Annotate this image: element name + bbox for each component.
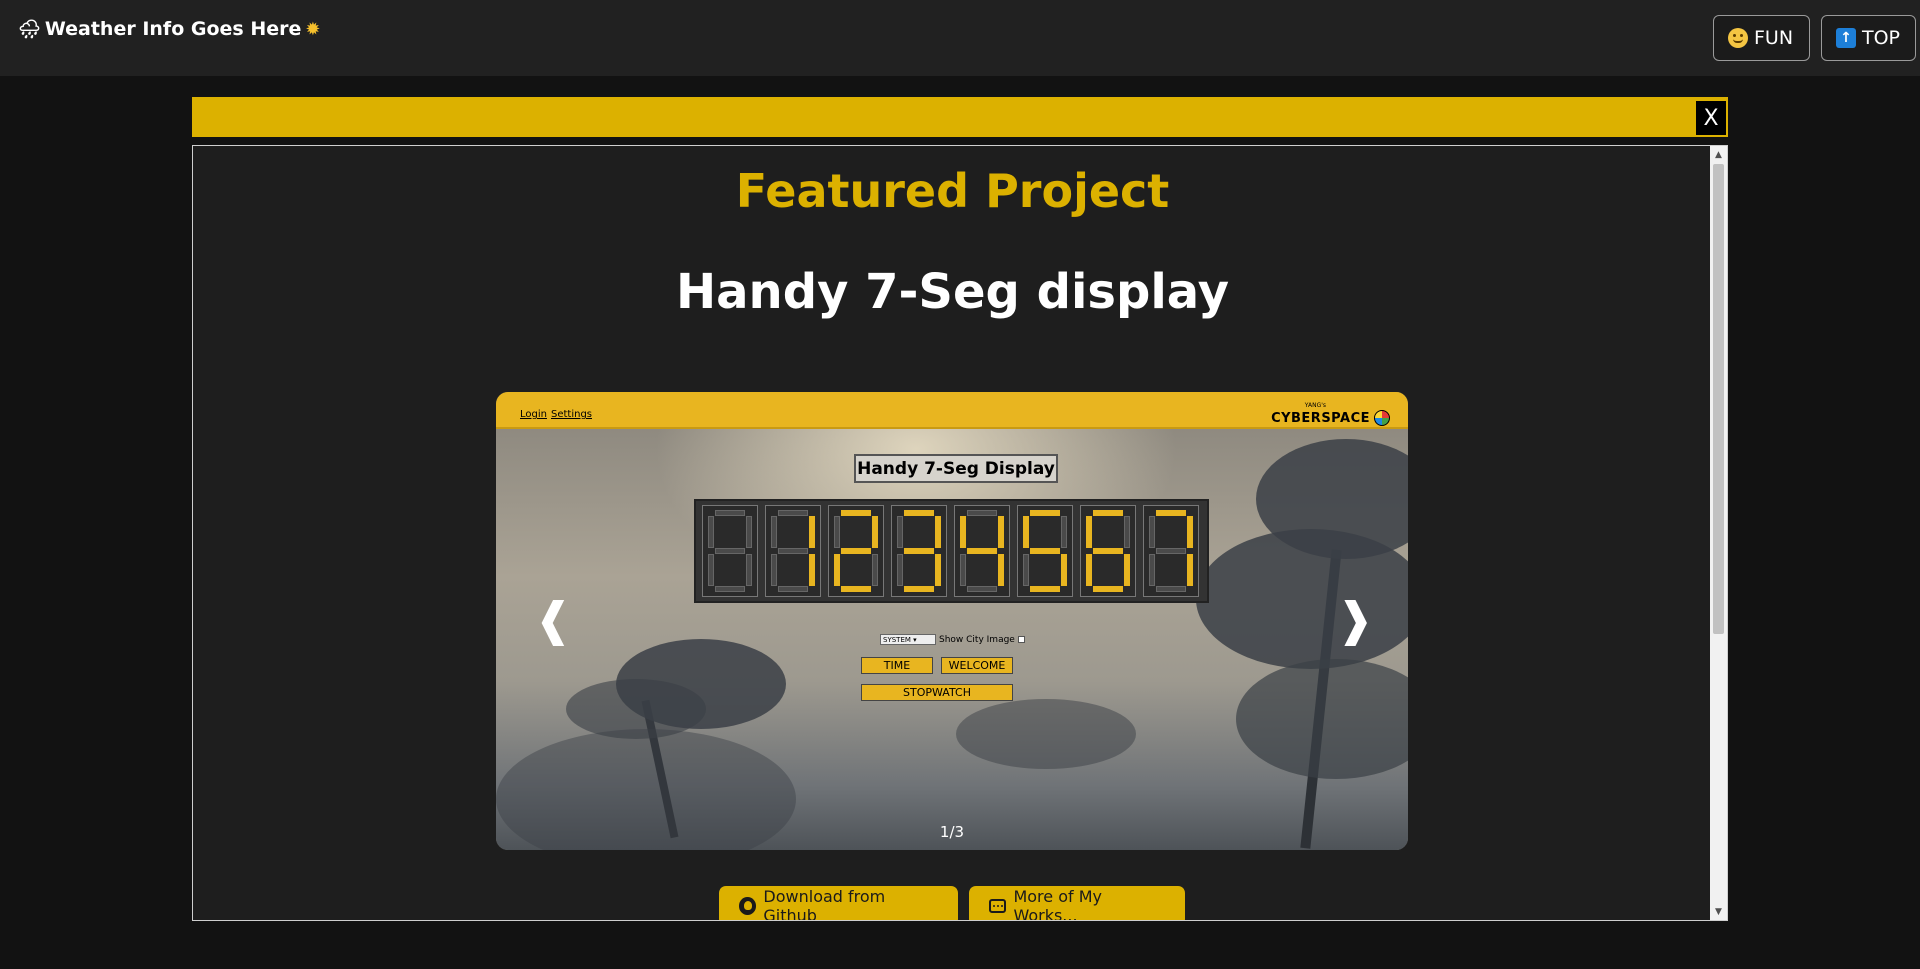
- top-bar: 🌧 Weather Info Goes Here ✹ FUN ↑ TOP: [0, 0, 1920, 76]
- digit-1: [702, 505, 758, 597]
- carousel-next-button[interactable]: ❱: [1336, 592, 1375, 646]
- display-controls: SYSTEM ▾ Show City Image: [880, 634, 1025, 645]
- carousel-prev-button[interactable]: ❰: [534, 592, 573, 646]
- more-works-button[interactable]: More of My Works...: [969, 886, 1185, 921]
- screenshot-carousel: Login Settings YANG's CYBERSPACE Handy 7-…: [496, 392, 1408, 850]
- project-title: Handy 7-Seg display: [675, 264, 1229, 320]
- seven-seg-panel: [694, 499, 1209, 603]
- welcome-button: WELCOME: [941, 657, 1013, 674]
- top-button-label: TOP: [1862, 27, 1901, 49]
- globe-icon: [1374, 410, 1390, 426]
- close-button[interactable]: X: [1695, 100, 1727, 136]
- digit-4: [891, 505, 947, 597]
- fun-button[interactable]: FUN: [1713, 15, 1810, 61]
- scrollbar[interactable]: ▲ ▼: [1710, 146, 1727, 920]
- brand-small-text: YANG's: [1304, 402, 1326, 409]
- modal-header-bar: [192, 97, 1728, 137]
- download-github-button[interactable]: Download from Github: [719, 886, 958, 921]
- stopwatch-button: STOPWATCH: [861, 684, 1013, 701]
- top-button[interactable]: ↑ TOP: [1821, 15, 1916, 61]
- slide-top-bar: Login Settings YANG's CYBERSPACE: [496, 392, 1408, 429]
- brand-big-text: CYBERSPACE: [1271, 410, 1370, 426]
- scrollbar-thumb[interactable]: [1713, 164, 1724, 634]
- display-title: Handy 7-Seg Display: [854, 454, 1058, 483]
- time-button: TIME: [861, 657, 933, 674]
- digit-8: [1143, 505, 1199, 597]
- digit-2: [765, 505, 821, 597]
- slide-settings-link: Settings: [550, 409, 592, 420]
- fun-button-label: FUN: [1754, 27, 1794, 49]
- speech-bubble-icon: [989, 899, 1007, 913]
- digit-5: [954, 505, 1010, 597]
- slide-login-link: Login: [520, 409, 547, 420]
- slide-links: Login Settings: [520, 409, 596, 420]
- sun-icon: ✹: [305, 18, 321, 40]
- github-icon: [739, 897, 757, 915]
- upside-down-face-icon: [1728, 28, 1748, 48]
- system-select: SYSTEM ▾: [880, 634, 936, 645]
- more-works-label: More of My Works...: [1013, 887, 1102, 921]
- weather-info: 🌧 Weather Info Goes Here ✹: [18, 18, 320, 40]
- featured-heading: Featured Project: [735, 164, 1170, 218]
- slide-counter: 1/3: [939, 823, 965, 841]
- scroll-up-icon[interactable]: ▲: [1710, 146, 1727, 163]
- download-github-label: Download from Github: [763, 887, 886, 921]
- slide-image: Handy 7-Seg Display SYSTEM ▾ Show City I…: [496, 429, 1408, 850]
- rain-cloud-icon: 🌧: [18, 18, 41, 40]
- digit-7: [1080, 505, 1136, 597]
- up-arrow-icon: ↑: [1836, 28, 1856, 48]
- modal-body: ▲ ▼ Featured Project Handy 7-Seg display…: [192, 145, 1728, 921]
- digit-6: [1017, 505, 1073, 597]
- weather-text: Weather Info Goes Here: [44, 18, 302, 40]
- scroll-down-icon[interactable]: ▼: [1710, 903, 1727, 920]
- show-city-checkbox: [1017, 636, 1025, 643]
- show-city-label: Show City Image: [939, 634, 1015, 645]
- digit-3: [828, 505, 884, 597]
- brand-logo: YANG's CYBERSPACE: [1271, 402, 1390, 426]
